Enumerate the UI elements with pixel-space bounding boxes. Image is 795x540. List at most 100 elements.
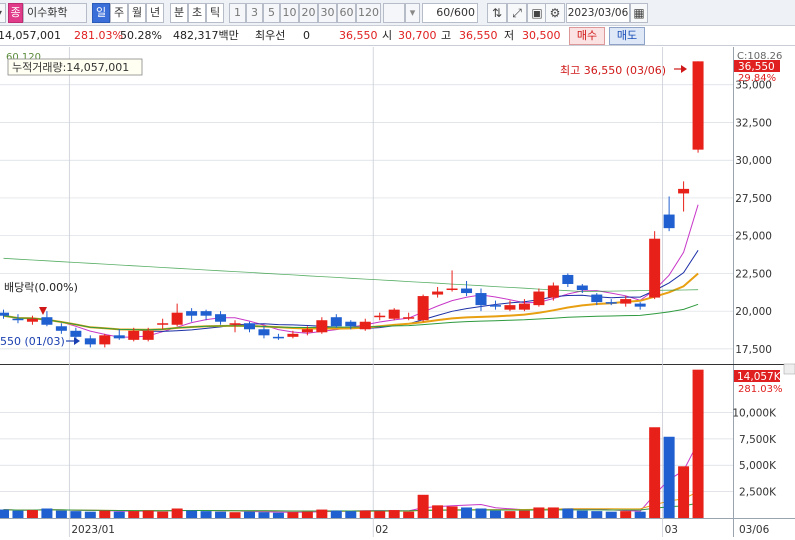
candle-body (388, 309, 400, 319)
volume-bar (591, 511, 603, 518)
candle-body (229, 323, 241, 325)
interval-60-button[interactable]: 60 (337, 3, 356, 23)
candle-body (504, 305, 516, 310)
dropdown-arrow-icon[interactable]: ▾ (0, 3, 6, 23)
custom-interval-field[interactable] (383, 3, 405, 23)
count-input[interactable]: 60/600 (422, 3, 478, 23)
interval-1-button[interactable]: 1 (229, 3, 246, 23)
date-input[interactable]: 2023/03/06 (566, 3, 630, 23)
turnover-rate: 50.28% (120, 29, 162, 42)
tab-tick[interactable]: 틱 (206, 3, 224, 23)
trade-value: 482,317백만 (173, 29, 239, 42)
tab-month[interactable]: 월 (128, 3, 146, 23)
tab-minute[interactable]: 분 (170, 3, 188, 23)
candle-body (663, 214, 675, 229)
candle-body (678, 188, 690, 194)
cum-volume-tooltip: 누적거래량:14,057,001 (12, 61, 129, 74)
volume-bar (374, 511, 386, 518)
candle-body (142, 330, 154, 340)
volume-bar (489, 510, 501, 518)
candle-body (533, 291, 545, 306)
candle-body (84, 338, 96, 345)
save-icon[interactable]: ▣ (527, 3, 547, 23)
interval-10-button[interactable]: 10 (280, 3, 299, 23)
dividend-label: 배당락(0.00%) (4, 281, 78, 294)
low-price: 30,500 (522, 29, 561, 42)
volume-bar (576, 510, 588, 518)
interval-20-button[interactable]: 20 (299, 3, 318, 23)
interval-5-button[interactable]: 5 (263, 3, 280, 23)
low-label: 저 (504, 29, 515, 42)
candle-body (446, 288, 458, 291)
price-tick-label: 32,500 (735, 117, 772, 129)
tab-day[interactable]: 일 (92, 3, 110, 23)
chart-area[interactable]: 17,500 20,000 22,500 25,000 27,500 30,000 32,5… (0, 47, 795, 537)
volume-bar (171, 508, 183, 518)
volume-bar (692, 369, 704, 518)
low-annotation: 550 (01/03) (0, 335, 65, 348)
buy-button[interactable]: 매수 (569, 27, 605, 45)
candle-body (576, 285, 588, 291)
interval-3-button[interactable]: 3 (246, 3, 263, 23)
volume-bar (316, 509, 328, 518)
count-value: 60 (436, 6, 451, 19)
candle-body (287, 333, 299, 337)
volume-bar (678, 466, 690, 518)
priority-label: 최우선 (255, 29, 286, 42)
interval-120-button[interactable]: 120 (356, 3, 381, 23)
volume-bar (215, 511, 227, 518)
price-tick-label: 17,500 (735, 344, 772, 356)
current-price-tag-text: 36,550 (738, 61, 775, 73)
volume-bar (142, 510, 154, 518)
volume-bar (417, 494, 429, 518)
gear-icon[interactable]: ⚙ (545, 3, 565, 23)
volume-value: 14,057,001 (0, 29, 61, 42)
candle-body (215, 314, 227, 322)
tab-second[interactable]: 초 (188, 3, 206, 23)
candle-body (272, 336, 284, 339)
price-tick-label: 25,000 (735, 231, 772, 243)
volume-ma-line (3, 491, 699, 512)
volume-bar (634, 511, 646, 518)
candle-body (374, 315, 386, 318)
panel-scroll-handle[interactable] (783, 363, 795, 375)
volume-bar (605, 511, 617, 518)
date-axis-label: 02 (375, 524, 388, 536)
price-tick-label: 20,000 (735, 306, 772, 318)
candlestick-chart[interactable]: 17,500 20,000 22,500 25,000 27,500 30,000 32,5… (0, 47, 795, 537)
count-total: /600 (450, 6, 475, 19)
candle-body (128, 330, 140, 340)
candle-body (316, 320, 328, 333)
volume-bar (547, 507, 559, 518)
indicator-icon[interactable]: ⇅ (487, 3, 507, 23)
high-label: 고 (441, 29, 452, 42)
candle-body (547, 285, 559, 298)
sell-button[interactable]: 매도 (609, 27, 645, 45)
volume-bar (518, 510, 530, 518)
stock-name-field[interactable]: 이수화학 (23, 3, 87, 23)
tab-week[interactable]: 주 (110, 3, 128, 23)
candle-body (649, 238, 661, 298)
volume-ma-line (3, 442, 699, 513)
candle-body (605, 302, 617, 304)
high-annotation: 최고 36,550 (03/06) (560, 64, 666, 77)
volume-bar (301, 511, 313, 518)
volume-bar (475, 508, 487, 518)
change-percent: 29.84% (738, 73, 776, 84)
chevron-down-icon[interactable]: ▾ (405, 3, 420, 23)
tab-year[interactable]: 년 (146, 3, 164, 23)
stock-type-badge: 종 (8, 3, 23, 23)
volume-bar (0, 509, 9, 518)
volume-bar (12, 510, 24, 518)
date-axis-label: 03 (665, 524, 678, 536)
trend-line-icon[interactable]: ⤢ (507, 3, 527, 23)
volume-bar (504, 511, 516, 518)
volume-bar (26, 510, 38, 518)
calendar-icon[interactable]: ▦ (630, 3, 648, 23)
priority-value: 0 (303, 29, 310, 42)
candle-body (113, 335, 125, 339)
volume-bar (330, 510, 342, 518)
candle-body (41, 317, 53, 325)
candle-body (330, 317, 342, 327)
interval-30-button[interactable]: 30 (318, 3, 337, 23)
